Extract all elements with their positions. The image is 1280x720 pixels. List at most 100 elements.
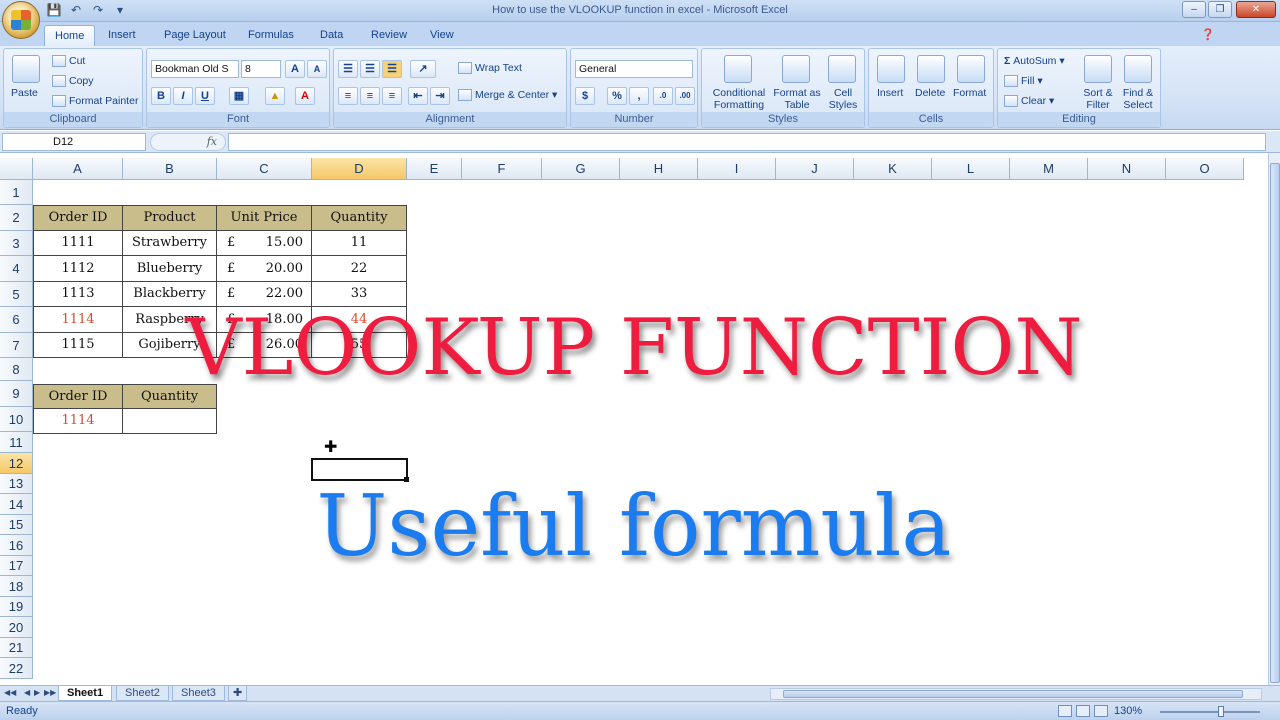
column-header-g[interactable]: G [542, 158, 620, 180]
column-header-n[interactable]: N [1088, 158, 1166, 180]
insert-function-button[interactable]: fx [150, 133, 226, 151]
lookup-quantity-cell[interactable] [123, 409, 217, 434]
align-top-icon[interactable]: ☰ [338, 60, 358, 78]
borders-icon[interactable]: ▦ [229, 87, 249, 105]
office-button[interactable] [2, 1, 40, 39]
tab-page-layout[interactable]: Page Layout [154, 25, 236, 46]
zoom-level[interactable]: 130% [1114, 705, 1142, 717]
worksheet-grid[interactable]: ABCDEFGHIJKLMNO 1 2 3 4 5 6 7 8 9 10 11 12 13 14 15 16 1… [0, 155, 1268, 685]
conditional-formatting-button[interactable]: Conditional Formatting [706, 87, 772, 111]
tab-home[interactable]: Home [44, 25, 96, 46]
format-painter-button[interactable]: Format Painter [52, 95, 138, 108]
row-header-10[interactable]: 10 [0, 407, 33, 432]
fill-button[interactable]: Fill ▾ [1004, 75, 1043, 88]
table-cell[interactable]: £15.00 [217, 231, 312, 256]
insert-cells-icon[interactable] [877, 55, 905, 83]
copy-button[interactable]: Copy [52, 75, 94, 88]
column-header-e[interactable]: E [407, 158, 462, 180]
horizontal-scrollbar[interactable] [770, 688, 1262, 700]
increase-decimal-icon[interactable]: .0 [653, 87, 673, 105]
column-header-l[interactable]: L [932, 158, 1010, 180]
format-button[interactable]: Format [953, 87, 986, 99]
table-cell[interactable]: Strawberry [123, 231, 217, 256]
row-header-21[interactable]: 21 [0, 638, 33, 658]
table-cell[interactable]: 1112 [33, 256, 123, 282]
autosum-button[interactable]: Σ AutoSum ▾ [1004, 55, 1065, 67]
row-header-19[interactable]: 19 [0, 597, 33, 617]
row-header-2[interactable]: 2 [0, 205, 33, 231]
vertical-scroll-thumb[interactable] [1270, 163, 1280, 683]
merge-center-button[interactable]: Merge & Center ▾ [458, 89, 557, 102]
table-cell[interactable]: 1111 [33, 231, 123, 256]
minimize-button[interactable]: – [1182, 1, 1206, 18]
tab-review[interactable]: Review [361, 25, 417, 46]
column-header-f[interactable]: F [462, 158, 542, 180]
number-format-dropdown[interactable]: General [575, 60, 693, 78]
zoom-slider[interactable] [1160, 711, 1260, 713]
tab-formulas[interactable]: Formulas [238, 25, 304, 46]
select-all-corner[interactable] [0, 158, 33, 180]
underline-button[interactable]: U [195, 87, 215, 105]
page-break-view-icon[interactable] [1094, 705, 1108, 717]
increase-indent-icon[interactable]: ⇥ [430, 87, 450, 105]
column-header-a[interactable]: A [33, 158, 123, 180]
first-sheet-icon[interactable]: ◀◀ [4, 688, 16, 697]
column-header-d[interactable]: D [312, 158, 407, 180]
comma-button[interactable]: , [629, 87, 649, 105]
next-sheet-icon[interactable]: ▶ [34, 688, 40, 697]
bold-button[interactable]: B [151, 87, 171, 105]
decrease-indent-icon[interactable]: ⇤ [408, 87, 428, 105]
percent-button[interactable]: % [607, 87, 627, 105]
header-quantity[interactable]: Quantity [312, 205, 407, 231]
align-center-icon[interactable]: ≡ [360, 87, 380, 105]
font-size-dropdown[interactable]: 8 [241, 60, 281, 78]
help-icon[interactable]: ❓ [1198, 25, 1218, 46]
row-header-3[interactable]: 3 [0, 231, 33, 256]
tab-insert[interactable]: Insert [98, 25, 146, 46]
prev-sheet-icon[interactable]: ◀ [24, 688, 30, 697]
column-header-o[interactable]: O [1166, 158, 1244, 180]
row-header-11[interactable]: 11 [0, 432, 33, 453]
header-unit-price[interactable]: Unit Price [217, 205, 312, 231]
vertical-scrollbar[interactable] [1268, 153, 1280, 685]
row-header-12[interactable]: 12 [0, 453, 33, 474]
close-button[interactable]: ✕ [1236, 1, 1276, 18]
horizontal-scroll-thumb[interactable] [783, 690, 1243, 698]
align-middle-icon[interactable]: ☰ [360, 60, 380, 78]
wrap-text-button[interactable]: Wrap Text [458, 62, 522, 75]
row-header-20[interactable]: 20 [0, 617, 33, 638]
column-header-i[interactable]: I [698, 158, 776, 180]
column-header-h[interactable]: H [620, 158, 698, 180]
table-cell[interactable]: £20.00 [217, 256, 312, 282]
table-cell[interactable]: 22 [312, 256, 407, 282]
sheet-tab-2[interactable]: Sheet2 [116, 686, 169, 701]
column-header-m[interactable]: M [1010, 158, 1088, 180]
lookup-order-id-cell[interactable]: 1114 [33, 409, 123, 434]
decrease-decimal-icon[interactable]: .00 [675, 87, 695, 105]
currency-button[interactable]: $ [575, 87, 595, 105]
formula-input[interactable] [228, 133, 1266, 151]
conditional-formatting-icon[interactable] [724, 55, 752, 83]
align-left-icon[interactable]: ≡ [338, 87, 358, 105]
insert-sheet-icon[interactable]: ✚ [228, 686, 248, 701]
format-as-table-icon[interactable] [782, 55, 810, 83]
orientation-icon[interactable]: ↗ [410, 60, 436, 78]
paste-icon[interactable] [12, 55, 40, 83]
binoculars-icon[interactable] [1124, 55, 1152, 83]
cut-button[interactable]: Cut [52, 55, 85, 68]
zoom-slider-knob[interactable] [1218, 706, 1224, 717]
sort-filter-button[interactable]: Sort & Filter [1080, 87, 1116, 111]
page-layout-view-icon[interactable] [1076, 705, 1090, 717]
sheet-tab-3[interactable]: Sheet3 [172, 686, 225, 701]
column-header-j[interactable]: J [776, 158, 854, 180]
font-name-dropdown[interactable]: Bookman Old S [151, 60, 239, 78]
row-header-22[interactable]: 22 [0, 658, 33, 679]
delete-button[interactable]: Delete [915, 87, 945, 99]
find-select-button[interactable]: Find & Select [1118, 87, 1158, 111]
header-order-id[interactable]: Order ID [33, 205, 123, 231]
column-header-b[interactable]: B [123, 158, 217, 180]
format-cells-icon[interactable] [957, 55, 985, 83]
tab-view[interactable]: View [420, 25, 464, 46]
column-header-c[interactable]: C [217, 158, 312, 180]
font-color-icon[interactable]: A [295, 87, 315, 105]
